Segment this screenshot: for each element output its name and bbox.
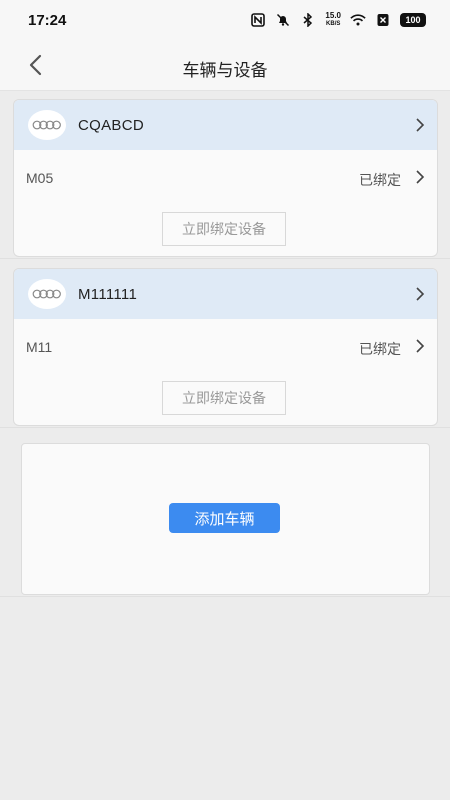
- chevron-right-icon: [416, 118, 425, 132]
- vehicle-card: CQABCD M05 已绑定 立即绑定设备: [13, 99, 438, 257]
- device-row[interactable]: M05 已绑定: [14, 150, 437, 202]
- add-vehicle-card: 添加车辆: [21, 443, 430, 595]
- net-speed-unit: KB/S: [326, 21, 341, 27]
- net-speed: 15.0 KB/S: [325, 12, 341, 28]
- bind-device-button[interactable]: 立即绑定设备: [162, 212, 286, 246]
- net-speed-value: 15.0: [325, 11, 341, 20]
- vehicle-header[interactable]: M111111: [14, 269, 437, 319]
- vehicle-plate: M111111: [78, 286, 138, 303]
- vehicle-card: M111111 M11 已绑定 立即绑定设备: [13, 268, 438, 426]
- bluetooth-icon: [300, 12, 316, 28]
- divider: [0, 596, 450, 597]
- device-status: 已绑定: [359, 172, 401, 188]
- chevron-right-icon: [416, 339, 425, 353]
- device-id: M11: [26, 339, 53, 355]
- add-vehicle-button[interactable]: 添加车辆: [169, 503, 280, 533]
- battery-indicator: 100: [400, 13, 426, 27]
- status-time: 17:24: [28, 12, 67, 29]
- status-icons: 15.0 KB/S 100: [250, 11, 426, 29]
- status-bar: 17:24 15.0 KB/S 100: [0, 0, 450, 40]
- chevron-right-icon: [416, 287, 425, 301]
- sim-x-icon: [375, 12, 391, 28]
- device-status: 已绑定: [359, 341, 401, 357]
- nav-bar: 车辆与设备: [0, 40, 450, 91]
- divider: [0, 258, 450, 259]
- car-brand-logo: [28, 110, 66, 140]
- divider: [0, 427, 450, 428]
- vehicle-plate: CQABCD: [78, 117, 144, 134]
- car-brand-logo: [28, 279, 66, 309]
- chevron-right-icon: [416, 170, 425, 184]
- vehicle-header[interactable]: CQABCD: [14, 100, 437, 150]
- bind-device-button[interactable]: 立即绑定设备: [162, 381, 286, 415]
- device-row[interactable]: M11 已绑定: [14, 319, 437, 371]
- nfc-icon: [250, 12, 266, 28]
- mute-bell-icon: [275, 12, 291, 28]
- wifi-icon: [350, 12, 366, 28]
- device-id: M05: [26, 170, 54, 186]
- page-title: 车辆与设备: [182, 61, 268, 80]
